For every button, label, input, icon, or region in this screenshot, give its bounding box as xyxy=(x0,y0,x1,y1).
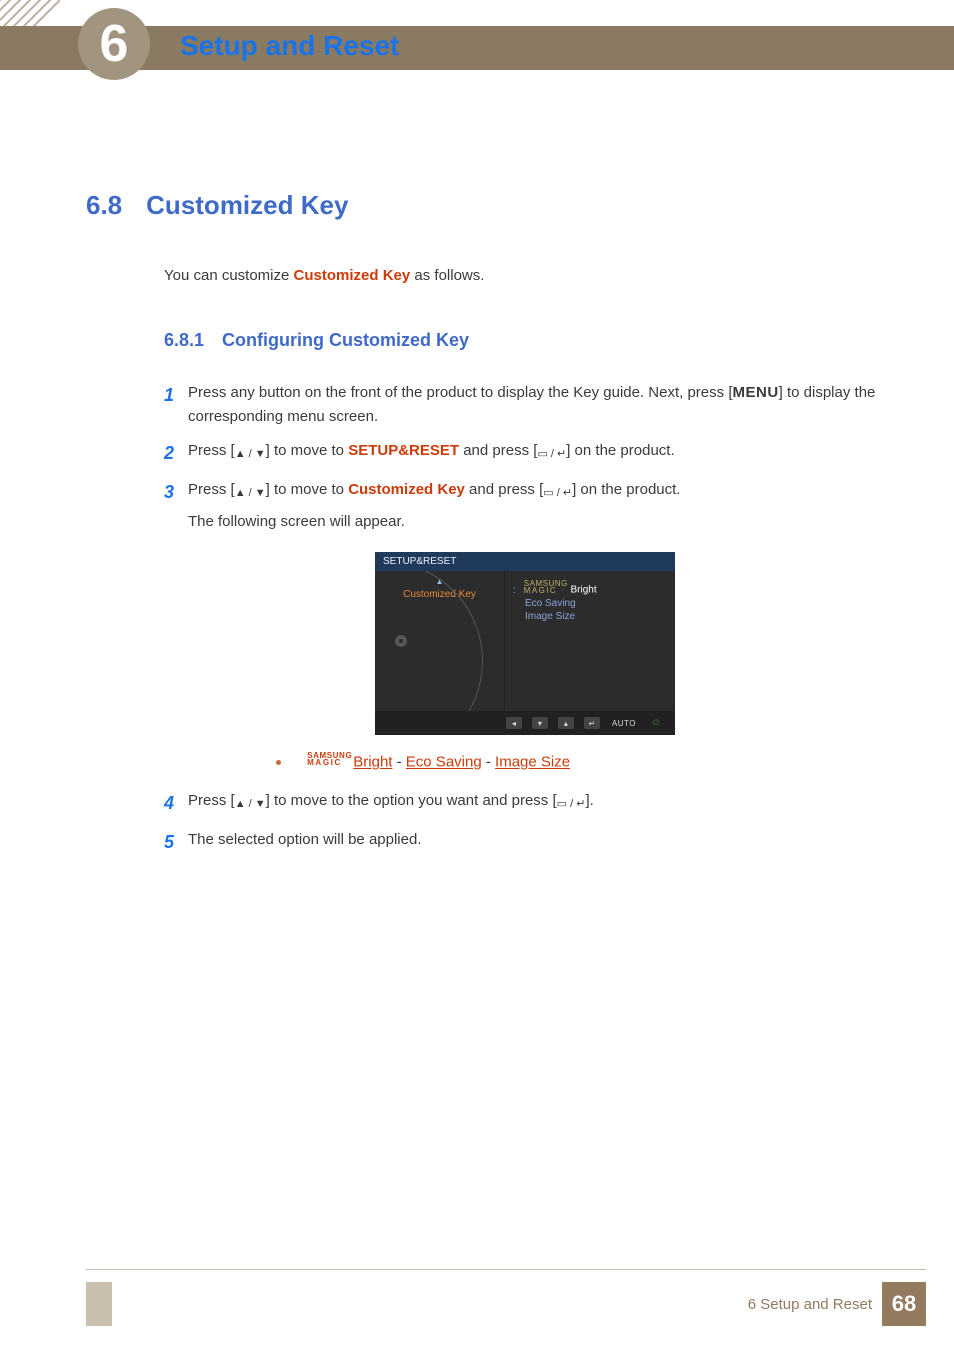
subsection-heading: 6.8.1 Configuring Customized Key xyxy=(164,330,886,351)
step-4: 4 Press [▲ / ▼] to move to the option yo… xyxy=(164,789,886,818)
chapter-number: 6 xyxy=(100,14,129,74)
section-heading: 6.8 Customized Key xyxy=(86,190,886,221)
osd-screenshot: SETUP&RESET ▲ Customized Key : xyxy=(375,552,675,735)
section-number: 6.8 xyxy=(86,190,122,220)
step-3: 3 Press [▲ / ▼] to move to Customized Ke… xyxy=(164,478,886,535)
step-1: 1 Press any button on the front of the p… xyxy=(164,381,886,429)
options-bullet: SAMSUNG MAGIC Bright - Eco Saving - Imag… xyxy=(276,753,886,770)
footer-left-block xyxy=(86,1282,112,1326)
osd-footer: ◂ ▾ ▴ ↵ AUTO ⏻ xyxy=(375,711,675,735)
link-eco-saving[interactable]: Eco Saving xyxy=(406,754,482,771)
auto-icon: AUTO xyxy=(610,717,638,729)
intro-text: You can customize Customized Key as foll… xyxy=(164,267,886,284)
step-2: 2 Press [▲ / ▼] to move to SETUP&RESET a… xyxy=(164,439,886,468)
chapter-badge: 6 xyxy=(78,8,150,80)
bullet-icon xyxy=(276,760,281,765)
steps-list: 1 Press any button on the front of the p… xyxy=(164,381,886,856)
gear-icon xyxy=(393,633,409,649)
select-enter-icon: ▭ / ↵ xyxy=(557,796,586,814)
footer-chapter-text: 6 Setup and Reset xyxy=(748,1296,872,1313)
footer-rule xyxy=(86,1269,926,1270)
chapter-title: Setup and Reset xyxy=(180,30,399,62)
footer: 6 Setup and Reset 68 xyxy=(748,1282,926,1326)
section-title: Customized Key xyxy=(146,190,348,220)
osd-title: SETUP&RESET xyxy=(375,552,675,571)
up-down-icon: ▲ / ▼ xyxy=(235,796,266,814)
select-enter-icon: ▭ / ↵ xyxy=(537,446,566,464)
link-image-size[interactable]: Image Size xyxy=(495,754,570,771)
up-down-icon: ▲ / ▼ xyxy=(235,485,266,503)
link-bright[interactable]: Bright xyxy=(353,754,392,771)
back-icon: ◂ xyxy=(506,717,522,729)
subsection-number: 6.8.1 xyxy=(164,330,204,350)
menu-key-icon: MENU xyxy=(732,384,778,401)
up-icon: ▴ xyxy=(558,717,574,729)
step-5: 5 The selected option will be applied. xyxy=(164,828,886,857)
page-number: 68 xyxy=(882,1282,926,1326)
enter-icon: ↵ xyxy=(584,717,600,729)
samsung-magic-brand: SAMSUNG MAGIC xyxy=(307,753,352,766)
subsection-title: Configuring Customized Key xyxy=(222,330,469,350)
down-icon: ▾ xyxy=(532,717,548,729)
select-enter-icon: ▭ / ↵ xyxy=(543,485,572,503)
up-down-icon: ▲ / ▼ xyxy=(235,446,266,464)
power-icon: ⏻ xyxy=(648,717,664,729)
